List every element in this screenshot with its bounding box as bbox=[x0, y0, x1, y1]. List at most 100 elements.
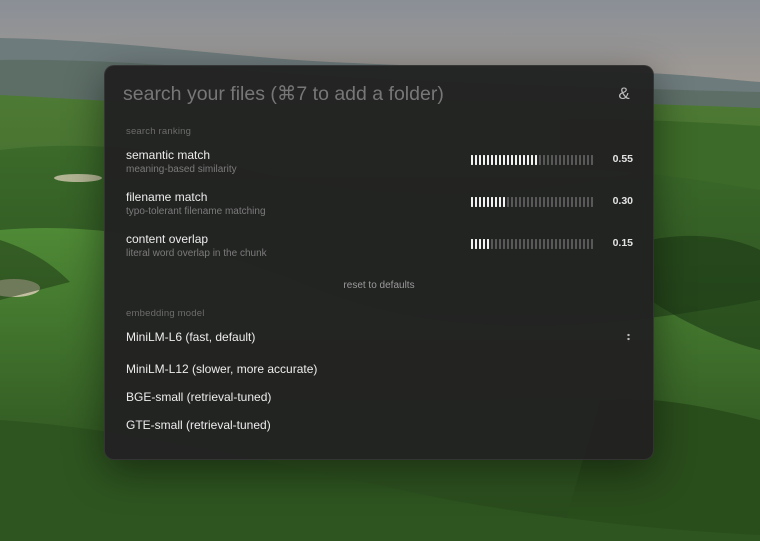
slider-segment bbox=[523, 155, 525, 165]
slider-segment bbox=[495, 155, 497, 165]
slider-segment bbox=[515, 197, 517, 207]
slider-segment bbox=[539, 197, 541, 207]
slider-segment bbox=[527, 197, 529, 207]
slider-segment bbox=[519, 197, 521, 207]
slider-segment bbox=[591, 197, 593, 207]
slider-segment bbox=[591, 239, 593, 249]
slider-row-content-overlap: content overlap literal word overlap in … bbox=[126, 232, 633, 266]
slider-row-semantic-match: semantic match meaning-based similarity … bbox=[126, 148, 633, 182]
slider-segment bbox=[487, 197, 489, 207]
slider-segment bbox=[551, 197, 553, 207]
slider-segment bbox=[555, 239, 557, 249]
slider-segment bbox=[567, 197, 569, 207]
reset-to-defaults-button[interactable]: reset to defaults bbox=[105, 280, 653, 291]
slider-segment bbox=[575, 239, 577, 249]
slider-segment bbox=[507, 155, 509, 165]
slider-value: 0.55 bbox=[612, 153, 633, 165]
slider-title: content overlap bbox=[126, 232, 209, 246]
slider-segment bbox=[471, 155, 473, 165]
slider-segment bbox=[483, 197, 485, 207]
slider-segment bbox=[583, 197, 585, 207]
slider-segment bbox=[535, 155, 537, 165]
slider-segment bbox=[547, 197, 549, 207]
selected-indicator-icon bbox=[627, 332, 630, 342]
slider-segment bbox=[563, 197, 565, 207]
slider-segment bbox=[531, 155, 533, 165]
slider-segment bbox=[559, 155, 561, 165]
slider-row-filename-match: filename match typo-tolerant filename ma… bbox=[126, 190, 633, 224]
slider-segment bbox=[559, 197, 561, 207]
content-overlap-slider[interactable] bbox=[471, 239, 593, 249]
slider-segment bbox=[523, 239, 525, 249]
slider-segment bbox=[563, 239, 565, 249]
slider-segment bbox=[551, 155, 553, 165]
slider-segment bbox=[503, 197, 505, 207]
slider-segment bbox=[571, 239, 573, 249]
slider-segment bbox=[575, 155, 577, 165]
slider-segment bbox=[563, 155, 565, 165]
slider-segment bbox=[555, 155, 557, 165]
model-option-minilm-l12[interactable]: MiniLM-L12 (slower, more accurate) bbox=[126, 359, 633, 379]
slider-segment bbox=[587, 197, 589, 207]
slider-segment bbox=[567, 155, 569, 165]
slider-segment bbox=[579, 239, 581, 249]
slider-segment bbox=[471, 239, 473, 249]
slider-segment bbox=[591, 155, 593, 165]
search-bar: & bbox=[123, 80, 635, 108]
slider-segment bbox=[539, 155, 541, 165]
slider-segment bbox=[519, 239, 521, 249]
embedding-model-heading: embedding model bbox=[126, 308, 205, 319]
slider-segment bbox=[511, 155, 513, 165]
model-option-label: MiniLM-L6 (fast, default) bbox=[126, 330, 256, 344]
slider-segment bbox=[527, 239, 529, 249]
slider-value: 0.30 bbox=[612, 195, 633, 207]
slider-segment bbox=[507, 197, 509, 207]
slider-segment bbox=[511, 239, 513, 249]
slider-segment bbox=[523, 197, 525, 207]
slider-segment bbox=[575, 197, 577, 207]
slider-segment bbox=[571, 155, 573, 165]
slider-segment bbox=[547, 239, 549, 249]
model-option-minilm-l6[interactable]: MiniLM-L6 (fast, default) bbox=[126, 327, 633, 347]
slider-title: semantic match bbox=[126, 148, 211, 162]
slider-segment bbox=[491, 155, 493, 165]
slider-segment bbox=[543, 155, 545, 165]
ampersand-icon[interactable]: & bbox=[613, 84, 635, 104]
model-option-gte-small[interactable]: GTE-small (retrieval-tuned) bbox=[126, 415, 633, 435]
slider-segment bbox=[475, 155, 477, 165]
slider-description: typo-tolerant filename matching bbox=[126, 206, 266, 217]
slider-segment bbox=[539, 239, 541, 249]
slider-segment bbox=[507, 239, 509, 249]
slider-segment bbox=[495, 239, 497, 249]
semantic-match-slider[interactable] bbox=[471, 155, 593, 165]
slider-segment bbox=[475, 197, 477, 207]
model-option-bge-small[interactable]: BGE-small (retrieval-tuned) bbox=[126, 387, 633, 407]
search-input[interactable] bbox=[123, 82, 603, 106]
slider-segment bbox=[551, 239, 553, 249]
slider-segment bbox=[491, 197, 493, 207]
slider-segment bbox=[583, 239, 585, 249]
slider-segment bbox=[567, 239, 569, 249]
slider-value: 0.15 bbox=[612, 237, 633, 249]
slider-segment bbox=[483, 239, 485, 249]
slider-segment bbox=[487, 239, 489, 249]
slider-segment bbox=[495, 197, 497, 207]
slider-segment bbox=[515, 239, 517, 249]
model-option-label: BGE-small (retrieval-tuned) bbox=[126, 390, 272, 404]
slider-segment bbox=[503, 239, 505, 249]
filename-match-slider[interactable] bbox=[471, 197, 593, 207]
slider-segment bbox=[499, 197, 501, 207]
slider-segment bbox=[543, 197, 545, 207]
slider-segment bbox=[535, 197, 537, 207]
slider-segment bbox=[583, 155, 585, 165]
search-launcher-panel: & search ranking semantic match meaning-… bbox=[104, 65, 654, 460]
slider-segment bbox=[587, 155, 589, 165]
slider-segment bbox=[487, 155, 489, 165]
slider-description: literal word overlap in the chunk bbox=[126, 248, 267, 259]
slider-segment bbox=[535, 239, 537, 249]
slider-segment bbox=[479, 239, 481, 249]
slider-segment bbox=[471, 197, 473, 207]
slider-description: meaning-based similarity bbox=[126, 164, 237, 175]
slider-segment bbox=[483, 155, 485, 165]
slider-title: filename match bbox=[126, 190, 208, 204]
